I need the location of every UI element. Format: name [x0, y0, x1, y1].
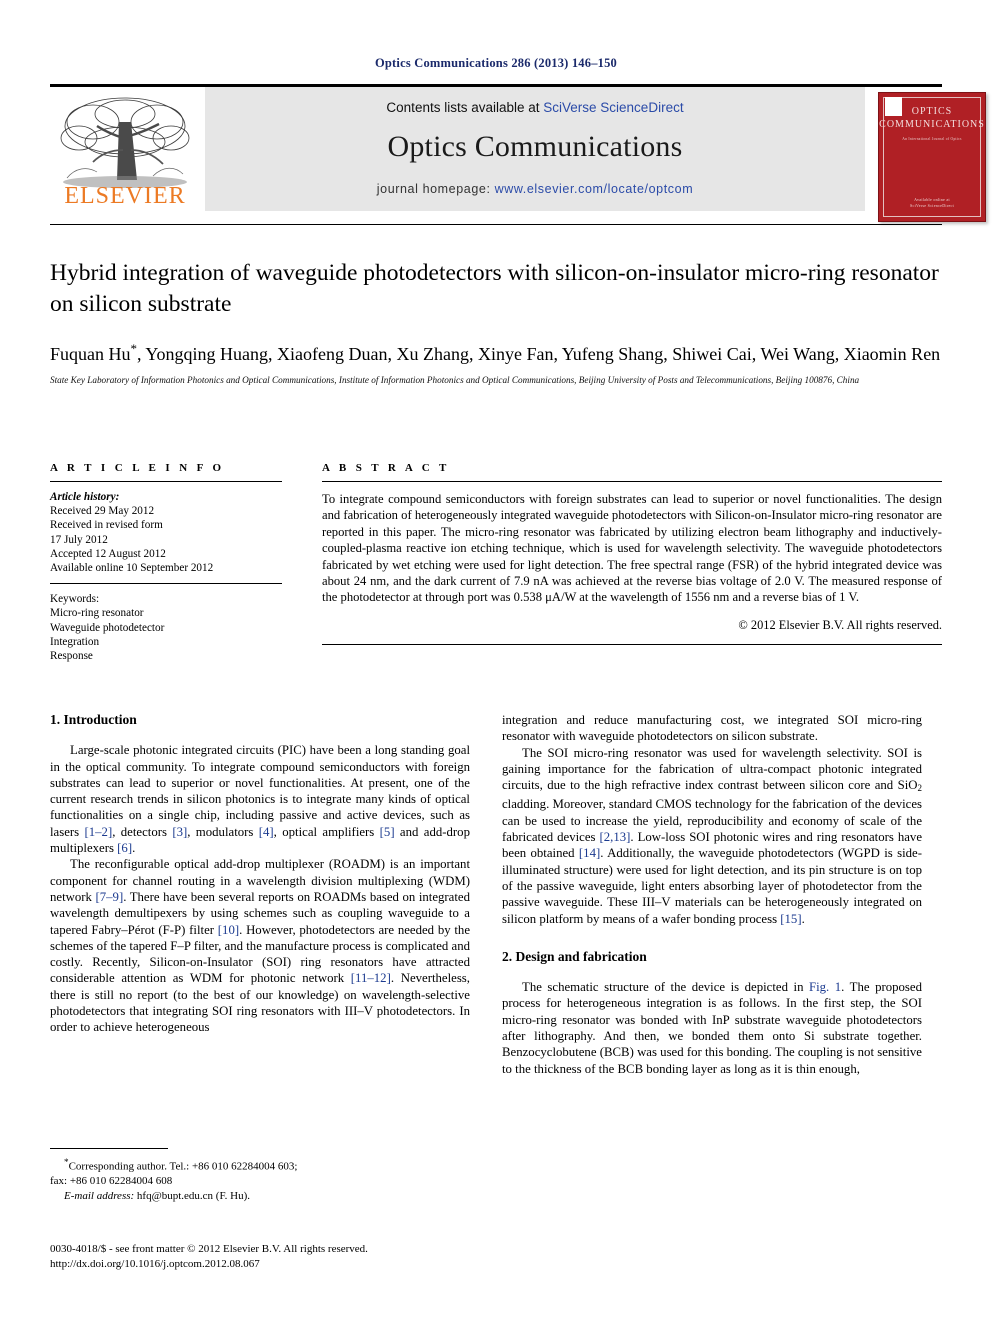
- sciencedirect-link[interactable]: SciVerse ScienceDirect: [543, 100, 683, 115]
- cover-title-line1: OPTICS: [911, 106, 953, 117]
- issn-copyright-line: 0030-4018/$ - see front matter © 2012 El…: [50, 1243, 368, 1255]
- abstract-rule: [322, 481, 942, 482]
- elsevier-wordmark: ELSEVIER: [64, 183, 186, 209]
- abstract-copyright: © 2012 Elsevier B.V. All rights reserved…: [738, 617, 942, 632]
- paragraph: The SOI micro-ring resonator was used fo…: [502, 745, 923, 926]
- paragraph: The schematic structure of the device is…: [502, 980, 922, 1076]
- masthead-bottom-rule: [50, 224, 942, 225]
- author-list: Fuquan Hu*, Yongqing Huang, Xiaofeng Dua…: [50, 341, 941, 364]
- article-history-label: Article history:: [50, 491, 120, 503]
- elsevier-tree-icon: [60, 97, 190, 188]
- paper-page: Optics Communications 286 (2013) 146–150: [0, 0, 992, 1323]
- paragraph: The reconfigurable optical add-drop mult…: [50, 857, 471, 1035]
- doi-link[interactable]: http://dx.doi.org/10.1016/j.optcom.2012.…: [50, 1257, 510, 1272]
- cover-footer-text: Available online at SciVerse ScienceDirec…: [909, 197, 955, 208]
- fax-note: fax: +86 010 62284004 608: [50, 1175, 173, 1188]
- email-note: E-mail address: hfq@bupt.edu.cn (F. Hu).: [50, 1189, 470, 1204]
- article-history: Article history: Received 29 May 2012 Re…: [50, 490, 282, 575]
- title-block: Hybrid integration of waveguide photodet…: [50, 258, 942, 387]
- abstract-text: To integrate compound semiconductors wit…: [322, 492, 942, 605]
- footnote-block: *Corresponding author. Tel.: +86 010 622…: [50, 1148, 470, 1203]
- article-info-rule: [50, 481, 282, 482]
- keywords-block: Keywords: Micro-ring resonator Waveguide…: [50, 592, 282, 663]
- keyword-item: Waveguide photodetector: [50, 621, 165, 634]
- journal-title: Optics Communications: [387, 130, 683, 163]
- history-item: Accepted 12 August 2012: [50, 547, 166, 560]
- right-column: integration and reduce manufacturing cos…: [502, 712, 922, 1077]
- homepage-prefix: journal homepage:: [376, 182, 495, 196]
- history-item: Available online 10 September 2012: [50, 562, 214, 575]
- abstract-bottom-rule: [322, 643, 942, 645]
- cover-subtitle: An International Journal of Optics: [902, 137, 962, 141]
- masthead-center: Contents lists available at SciVerse Sci…: [205, 87, 865, 211]
- corresponding-author-note: *Corresponding author. Tel.: +86 010 622…: [64, 1157, 298, 1173]
- running-head: Optics Communications 286 (2013) 146–150: [374, 56, 618, 70]
- history-item: Received 29 May 2012: [50, 505, 155, 518]
- abstract-column: A B S T R A C T To integrate compound se…: [322, 462, 942, 645]
- footnote-rule: [50, 1148, 168, 1149]
- article-info-column: A R T I C L E I N F O Article history: R…: [50, 462, 282, 663]
- section-heading-design-fabrication: 2. Design and fabrication: [502, 948, 647, 964]
- cover-title: OPTICS COMMUNICATIONS: [879, 105, 985, 131]
- keyword-item: Response: [50, 650, 93, 663]
- email-label: E-mail address:: [64, 1189, 135, 1202]
- journal-homepage-link[interactable]: www.elsevier.com/locate/optcom: [495, 182, 694, 196]
- left-column: 1. Introduction Large-scale photonic int…: [50, 712, 470, 1036]
- email-address[interactable]: hfq@bupt.edu.cn (F. Hu).: [137, 1190, 250, 1202]
- keywords-label: Keywords:: [50, 593, 100, 606]
- keyword-item: Micro-ring resonator: [50, 607, 144, 620]
- article-history-rule: [50, 583, 282, 585]
- article-info-heading: A R T I C L E I N F O: [50, 462, 225, 474]
- journal-cover-image: OPTICS COMMUNICATIONS An International J…: [878, 92, 986, 222]
- section-heading-introduction: 1. Introduction: [50, 712, 137, 727]
- page-title: Hybrid integration of waveguide photodet…: [50, 260, 939, 317]
- cover-title-line2: COMMUNICATIONS: [879, 119, 985, 130]
- journal-homepage-line: journal homepage: www.elsevier.com/locat…: [205, 182, 865, 196]
- paragraph: integration and reduce manufacturing cos…: [502, 713, 922, 744]
- keyword-item: Integration: [50, 635, 100, 648]
- abstract-heading: A B S T R A C T: [322, 462, 450, 474]
- affiliation: State Key Laboratory of Information Phot…: [50, 375, 860, 385]
- journal-masthead: ELSEVIER Contents lists available at Sci…: [50, 84, 986, 225]
- history-item: Received in revised form: [50, 519, 163, 532]
- history-item: 17 July 2012: [50, 533, 108, 546]
- paragraph: Large-scale photonic integrated circuits…: [50, 743, 470, 856]
- contents-prefix: Contents lists available at: [386, 100, 544, 115]
- elsevier-logo: ELSEVIER: [50, 92, 200, 210]
- footer-meta: 0030-4018/$ - see front matter © 2012 El…: [50, 1242, 510, 1272]
- contents-available-line: Contents lists available at SciVerse Sci…: [205, 100, 865, 115]
